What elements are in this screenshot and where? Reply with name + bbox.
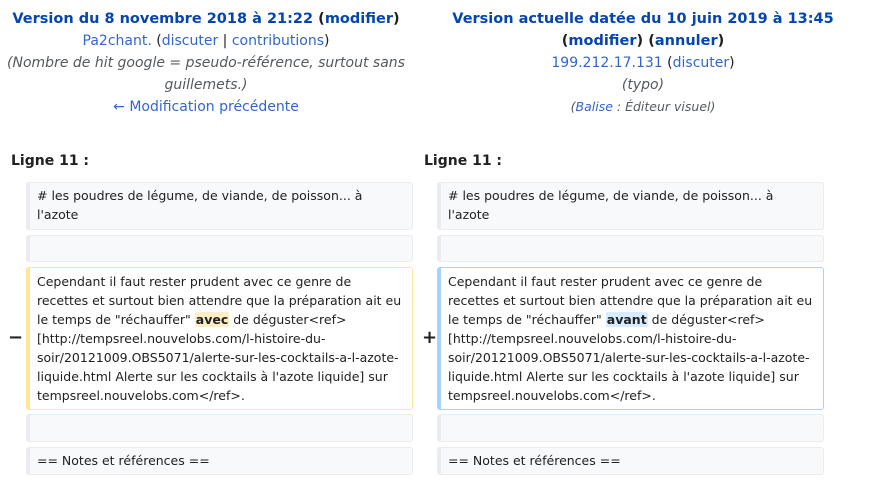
removed-line: Cependant il faut rester prudent avec ce… [26,267,413,410]
empty-context-left-2 [26,414,413,442]
new-edit-summary: (typo) [621,77,665,93]
added-word: avant [605,312,648,327]
added-line: Cependant il faut rester prudent avec ce… [437,267,824,410]
context-line-right: # les poudres de légume, de viande, de p… [437,182,824,230]
old-revision-title: Version du 8 novembre 2018 à 21:22 (modi… [12,11,400,27]
empty-context-right-2 [437,414,824,442]
tags-rest: : Éditeur visuel) [612,99,716,114]
context-line-left: # les poudres de légume, de viande, de p… [26,182,413,230]
old-revision-link[interactable]: Version du 8 novembre 2018 à 21:22 [12,11,313,27]
new-revision-link[interactable]: Version actuelle datée du 10 juin 2019 à… [452,11,833,27]
line-number-right: Ligne 11 : [424,153,503,169]
removed-word: avec [194,312,230,327]
old-user-link[interactable]: Pa2chant. [83,33,152,49]
empty-context-right [437,235,824,262]
old-user-line: Pa2chant. (discuter | contributions) [82,33,330,49]
previous-edit-link[interactable]: ← Modification précédente [113,99,299,115]
notes-heading-right: == Notes et références == [437,447,824,475]
old-prev-line: ← Modification précédente [0,96,412,118]
old-talk-link[interactable]: discuter [162,33,219,49]
new-edit-link[interactable]: modifier [568,33,636,49]
old-edit-link[interactable]: modifier [325,11,393,27]
line-number-left: Ligne 11 : [11,153,90,169]
added-line-marker: + [422,327,438,348]
old-contribs-link[interactable]: contributions [232,33,324,49]
new-user-line: 199.212.17.131 (discuter) [551,55,735,71]
edit-tags: (Balise : Éditeur visuel) [412,96,874,118]
new-user-link[interactable]: 199.212.17.131 [551,55,662,71]
new-actions: (modifier) (annuler) [561,33,725,49]
old-edit-summary: (Nombre de hit google = pseudo-référence… [7,55,405,93]
new-revision-header: Version actuelle datée du 10 juin 2019 à… [412,8,874,118]
undo-link[interactable]: annuler [655,33,718,49]
new-talk-link[interactable]: discuter [673,55,730,71]
old-revision-header: Version du 8 novembre 2018 à 21:22 (modi… [0,8,412,118]
new-revision-title: Version actuelle datée du 10 juin 2019 à… [412,8,874,30]
notes-heading-left: == Notes et références == [26,447,413,475]
removed-line-marker: − [8,327,24,348]
tags-link[interactable]: Balise [576,99,613,114]
empty-context-left [26,235,413,262]
